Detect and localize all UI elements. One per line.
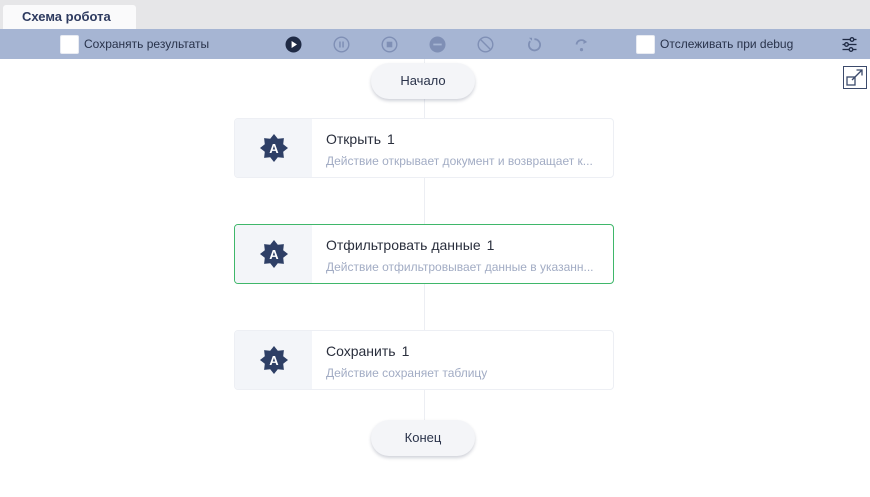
flow-canvas[interactable]: Начало A Открыть 1 Действие открывает док… (0, 59, 870, 497)
node-title-text: Открыть (326, 131, 381, 147)
node-number: 1 (386, 131, 395, 147)
settings-button[interactable] (841, 36, 858, 53)
svg-text:A: A (269, 247, 279, 262)
action-badge-icon: A (259, 134, 288, 162)
start-node[interactable]: Начало (371, 63, 475, 99)
disable-button[interactable] (429, 36, 446, 53)
node-title: Отфильтровать данные 1 (326, 237, 494, 253)
svg-text:A: A (269, 353, 279, 368)
track-debug-checkbox[interactable] (636, 34, 655, 54)
action-badge-icon: A (259, 346, 288, 374)
node-title: Сохранить 1 (326, 343, 409, 359)
node-number: 1 (486, 237, 495, 253)
forbidden-icon (477, 36, 494, 53)
stop-button[interactable] (381, 36, 398, 53)
save-results-toggle[interactable]: Сохранять результаты (60, 34, 209, 54)
action-badge-icon: A (259, 240, 288, 268)
node-icon-container: A (235, 225, 312, 283)
action-node-save[interactable]: A Сохранить 1 Действие сохраняет таблицу (234, 330, 614, 390)
restart-button[interactable] (525, 36, 542, 53)
node-title: Открыть 1 (326, 131, 395, 147)
tab-bar: Схема робота (0, 0, 870, 29)
node-description: Действие открывает документ и возвращает… (326, 154, 593, 168)
svg-text:A: A (269, 141, 279, 156)
node-description: Действие сохраняет таблицу (326, 366, 488, 380)
track-debug-label: Отслеживать при debug (660, 37, 794, 51)
play-icon (285, 36, 302, 53)
end-node[interactable]: Конец (371, 420, 475, 456)
expand-icon (846, 69, 863, 86)
node-icon-container: A (235, 331, 312, 389)
toolbar: Сохранять результаты Отслеживать при deb… (0, 29, 870, 59)
action-node-filter[interactable]: A Отфильтровать данные 1 Действие отфильт… (234, 224, 614, 284)
node-title-text: Отфильтровать данные (326, 237, 481, 253)
minus-circle-icon (429, 36, 446, 53)
save-results-checkbox[interactable] (60, 34, 79, 54)
node-icon-container: A (235, 119, 312, 177)
block-button[interactable] (477, 36, 494, 53)
restart-icon (528, 37, 541, 52)
node-description: Действие отфильтровывает данные в указан… (326, 260, 594, 274)
track-debug-toggle[interactable]: Отслеживать при debug (636, 34, 793, 54)
run-button[interactable] (285, 36, 302, 53)
step-over-icon (575, 39, 588, 52)
step-over-button[interactable] (573, 36, 590, 53)
node-title-text: Сохранить (326, 343, 396, 359)
pause-icon (333, 36, 350, 53)
action-node-open[interactable]: A Открыть 1 Действие открывает документ и… (234, 118, 614, 178)
node-number: 1 (401, 343, 410, 359)
tab-robot-scheme[interactable]: Схема робота (3, 5, 136, 29)
expand-button[interactable] (843, 66, 867, 89)
pause-button[interactable] (333, 36, 350, 53)
sliders-icon (842, 37, 857, 52)
save-results-label: Сохранять результаты (84, 37, 210, 51)
stop-icon (381, 36, 398, 53)
